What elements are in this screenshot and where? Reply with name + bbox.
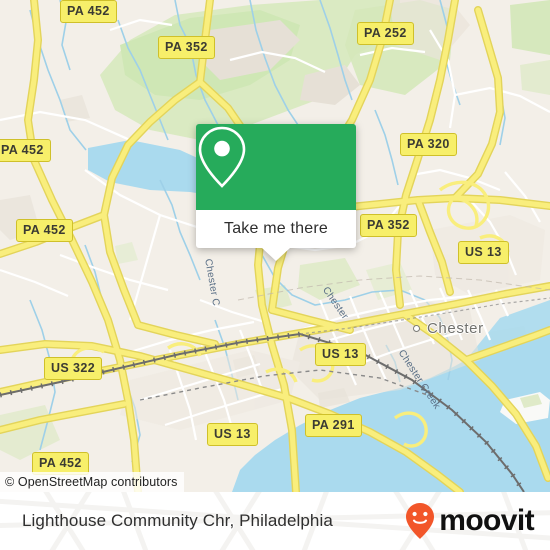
road-shield: PA 352: [158, 36, 215, 59]
road-shield: US 322: [44, 357, 103, 380]
moovit-logo[interactable]: moovit: [405, 502, 535, 540]
road-shield: US 13: [458, 241, 509, 264]
map-pin-icon: [198, 126, 246, 188]
road-shield: PA 452: [0, 139, 51, 162]
road-shield: PA 452: [16, 219, 73, 242]
road-shield: PA 252: [357, 22, 414, 45]
popup-image-area: [196, 124, 356, 210]
screenshot-root: PA 452 PA 352 PA 252 PA 452 PA 320 PA 452 PA 3…: [0, 0, 550, 550]
place-title: Lighthouse Community Chr, Philadelphia: [22, 511, 333, 530]
place-marker-dot: [413, 325, 420, 332]
popup-action-bar[interactable]: Take me there: [196, 210, 356, 261]
take-me-there-label: Take me there: [224, 220, 328, 237]
road-shield: PA 352: [360, 214, 417, 237]
road-shield: PA 291: [305, 414, 362, 437]
road-shield: US 13: [207, 423, 258, 446]
moovit-wordmark: moovit: [439, 504, 534, 537]
osm-attribution[interactable]: © OpenStreetMap contributors: [0, 472, 184, 492]
moovit-smiley-pin-icon: [406, 503, 435, 539]
footer-bar: Lighthouse Community Chr, Philadelphia m…: [0, 492, 550, 550]
road-shield: PA 452: [60, 0, 117, 23]
road-shield: PA 320: [400, 133, 457, 156]
road-shield: US 13: [315, 343, 366, 366]
map-canvas[interactable]: PA 452 PA 352 PA 252 PA 452 PA 320 PA 452 PA 3…: [0, 0, 550, 492]
popup-tail: [262, 248, 290, 261]
location-popup[interactable]: Take me there: [196, 124, 356, 261]
place-label: Chester: [427, 320, 484, 337]
